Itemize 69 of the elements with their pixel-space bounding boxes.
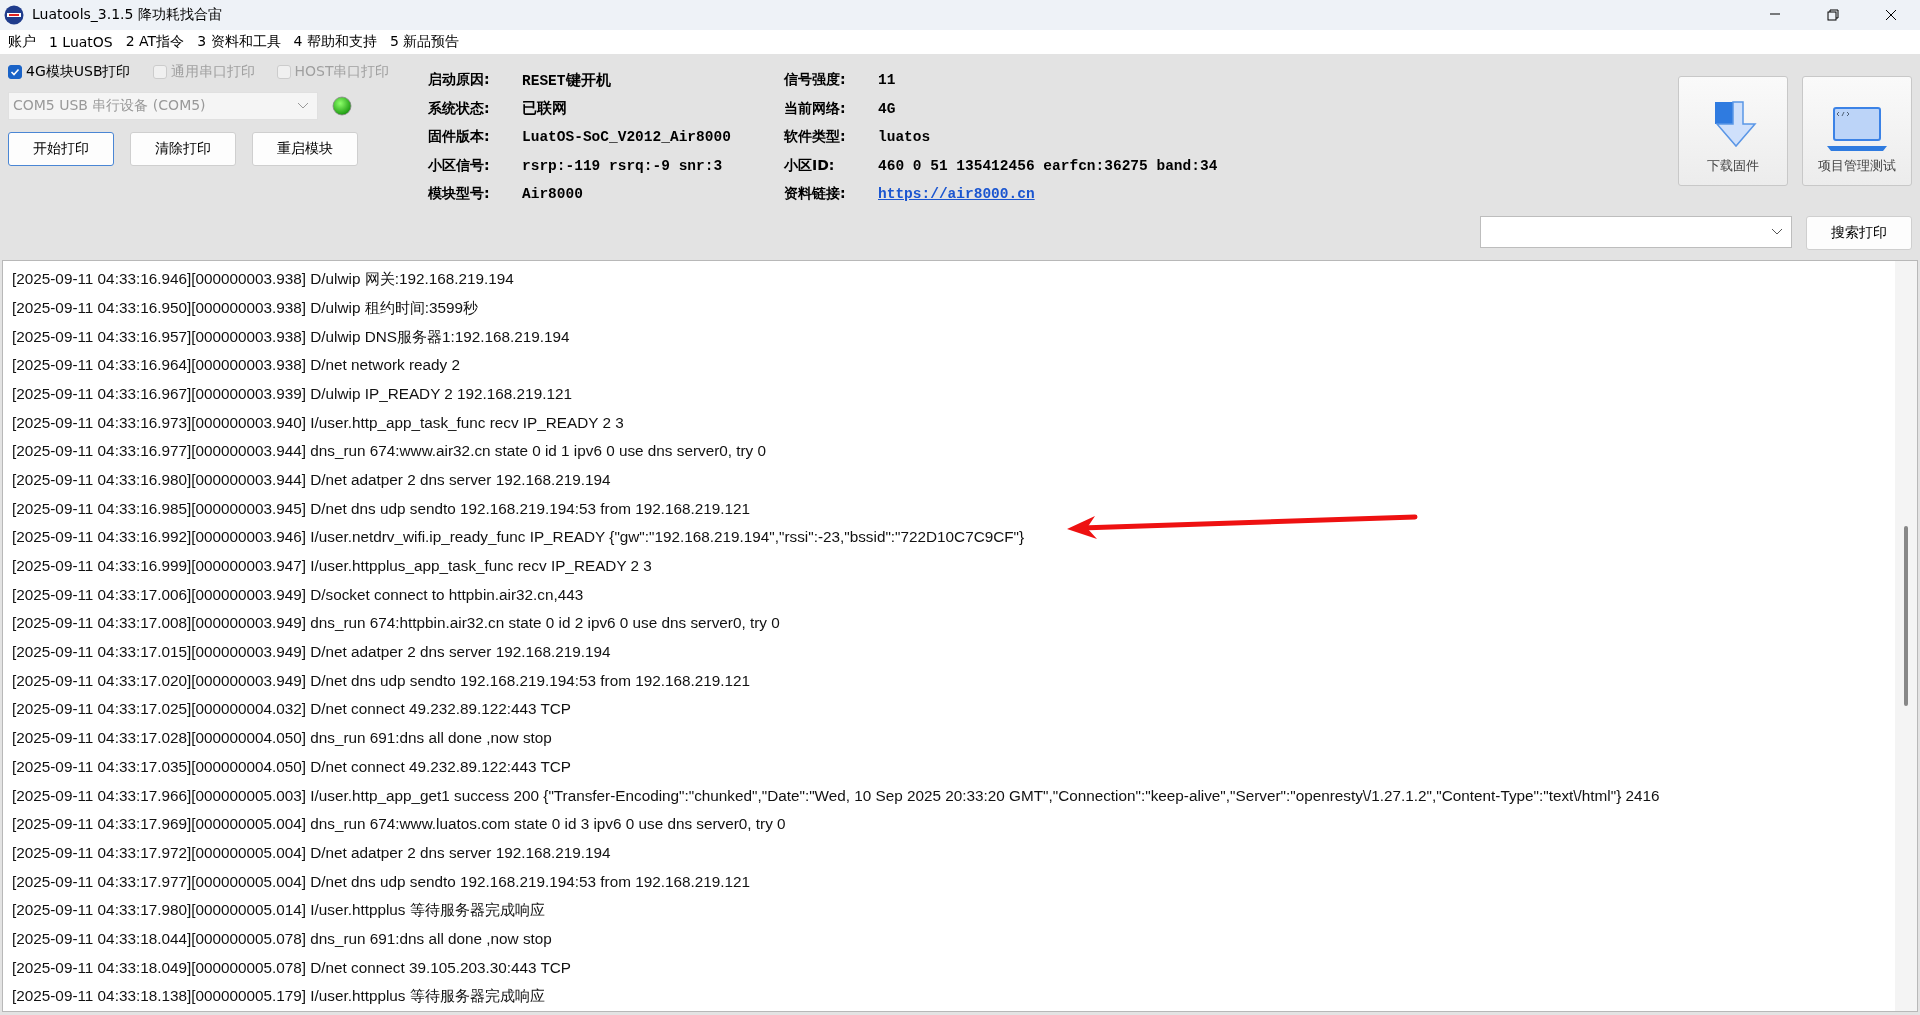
- log-line: [2025-09-11 04:33:16.985][000000003.945] D/net dns udp sendto 192.168.219.194:53 from 192.168.219.121: [12, 498, 750, 519]
- search-print-button[interactable]: 搜索打印: [1806, 215, 1912, 250]
- info-label: 信号强度:: [784, 71, 847, 90]
- log-line: [2025-09-11 04:33:16.973][000000003.940] I/user.http_app_task_func recv IP_READY 2 3: [12, 412, 624, 433]
- scrollbar-thumb[interactable]: [1904, 526, 1908, 707]
- info-label: 资料链接:: [784, 185, 847, 204]
- info-value: Air8000: [522, 186, 583, 203]
- menu-item[interactable]: 3 资料和工具: [193, 32, 290, 51]
- info-value: 4G: [878, 100, 896, 117]
- action-button[interactable]: 重启模块: [252, 131, 358, 166]
- info-value: luatos: [878, 129, 931, 146]
- info-link[interactable]: https://air8000.cn: [878, 186, 1035, 203]
- log-line: [2025-09-11 04:33:17.020][000000003.949] D/net dns udp sendto 192.168.219.194:53 from 192.168.219.121: [12, 670, 750, 691]
- log-line: [2025-09-11 04:33:18.044][000000005.078] dns_run 691:dns all done ,now stop: [12, 928, 552, 949]
- menu-item[interactable]: 账户: [4, 32, 45, 51]
- menu-item[interactable]: 1 LuatOS: [45, 33, 122, 50]
- info-value: 460 0 51 135412456 earfcn:36275 band:34: [878, 157, 1218, 174]
- action-button[interactable]: 清除打印: [130, 131, 236, 166]
- menu-item[interactable]: 2 AT指令: [121, 32, 194, 51]
- info-label: 当前网络:: [784, 99, 847, 118]
- log-line: [2025-09-11 04:33:16.999][000000003.947] I/user.httpplus_app_task_func recv IP_READY 2 3: [12, 556, 652, 576]
- log-line: [2025-09-11 04:33:18.138][000000005.179] I/user.httpplus 等待服务器完成响应: [12, 986, 545, 1007]
- info-value: LuatOS-SoC_V2012_Air8000: [522, 129, 731, 146]
- log-line: [2025-09-11 04:33:17.015][000000003.949] D/net adatper 2 dns server 192.168.219.194: [12, 642, 611, 663]
- close-icon: [1885, 9, 1897, 21]
- restore-icon: [1827, 9, 1839, 21]
- download-firmware-button[interactable]: 下载固件: [1678, 75, 1788, 186]
- info-value: 11: [878, 72, 896, 89]
- info-label: 小区ID:: [784, 156, 836, 175]
- checkmark-icon: [10, 66, 20, 77]
- menu-item[interactable]: 5 新品预告: [385, 32, 469, 51]
- search-dropdown[interactable]: [1480, 215, 1792, 248]
- caret-icon: [297, 101, 309, 110]
- log-line: [2025-09-11 04:33:16.946][000000003.938] D/ulwip 网关:192.168.219.194: [12, 269, 514, 290]
- log-line: [2025-09-11 04:33:16.957][000000003.938] D/ulwip DNS服务器1:192.168.219.194: [12, 326, 570, 347]
- log-line: [2025-09-11 04:33:16.967][000000003.939] D/ulwip IP_READY 2 192.168.219.121: [12, 383, 572, 404]
- action-button[interactable]: 开始打印: [8, 131, 114, 166]
- info-label: 小区信号:: [428, 156, 491, 175]
- project-test-button[interactable]: 项目管理测试: [1802, 75, 1912, 186]
- status-led-icon: [332, 95, 352, 116]
- info-label: 系统状态:: [428, 99, 491, 118]
- info-value: 已联网: [522, 99, 567, 119]
- log-line: [2025-09-11 04:33:17.035][000000004.050] D/net connect 49.232.89.122:443 TCP: [12, 756, 572, 777]
- log-line: [2025-09-11 04:33:17.972][000000005.004] D/net adatper 2 dns server 192.168.219.194: [12, 842, 611, 863]
- log-line: [2025-09-11 04:33:17.006][000000003.949] D/socket connect to httpbin.air32.cn,443: [12, 584, 584, 605]
- caret-icon: [1771, 227, 1783, 236]
- log-line: [2025-09-11 04:33:17.977][000000005.004] D/net dns udp sendto 192.168.219.194:53 from 192.168.219.121: [12, 871, 750, 892]
- info-value: rsrp:-119 rsrq:-9 snr:3: [522, 157, 723, 174]
- menu-item[interactable]: 4 帮助和支持: [289, 32, 386, 51]
- log-line: [2025-09-11 04:33:18.049][000000005.078] D/net connect 39.105.203.30:443 TCP: [12, 957, 572, 978]
- log-line: [2025-09-11 04:33:16.977][000000003.944] dns_run 674:www.air32.cn state 0 id 1 ipv6 0 use dns server0, try 0: [12, 441, 767, 462]
- log-line: [2025-09-11 04:33:16.980][000000003.944] D/net adatper 2 dns server 192.168.219.194: [12, 469, 611, 490]
- log-line: [2025-09-11 04:33:17.969][000000005.004] dns_run 674:www.luatos.com state 0 id 3 ipv6 0 use dns server0, try 0: [12, 814, 786, 835]
- info-label: 模块型号:: [428, 185, 491, 204]
- log-line: [2025-09-11 04:33:16.992][000000003.946] I/user.netdrv_wifi.ip_ready_func IP_READY {"gw":"192.168.219.194","rssi":-23,"bssid":"722D10C7C9CF"}: [12, 527, 1025, 548]
- log-line: [2025-09-11 04:33:17.025][000000004.032] D/net connect 49.232.89.122:443 TCP: [12, 699, 572, 720]
- scrollbar[interactable]: [1895, 261, 1917, 1011]
- info-label: 启动原因:: [428, 71, 491, 90]
- info-label: 固件版本:: [428, 128, 491, 147]
- print-option-checkbox[interactable]: 4G模块USB打印: [8, 62, 131, 81]
- log-line: [2025-09-11 04:33:17.028][000000004.050] dns_run 691:dns all done ,now stop: [12, 728, 552, 749]
- info-value: RESET键开机: [522, 71, 611, 90]
- window-title: Luatools_3.1.5 降功耗找合宙: [32, 6, 222, 24]
- info-label: 软件类型:: [784, 128, 847, 147]
- log-line: [2025-09-11 04:33:17.966][000000005.003] I/user.http_app_get1 success 200 {"Transfer-Encoding":"chunked","Date":"Wed, 10 Sep 2025 20:33:20 GMT","Connection":"keep-alive","Server":"openresty\/1.27.1.2","Content-Type":"text\/html"} 2416: [12, 785, 1660, 806]
- log-line: [2025-09-11 04:33:16.950][000000003.938] D/ulwip 租约时间:3599秒: [12, 297, 478, 318]
- log-line: [2025-09-11 04:33:17.980][000000005.014] I/user.httpplus 等待服务器完成响应: [12, 900, 545, 921]
- log-line: [2025-09-11 04:33:17.008][000000003.949] dns_run 674:httpbin.air32.cn state 0 id 2 ipv6 0 use dns server0, try 0: [12, 613, 780, 634]
- log-line: [2025-09-11 04:33:16.964][000000003.938] D/net network ready 2: [12, 355, 460, 376]
